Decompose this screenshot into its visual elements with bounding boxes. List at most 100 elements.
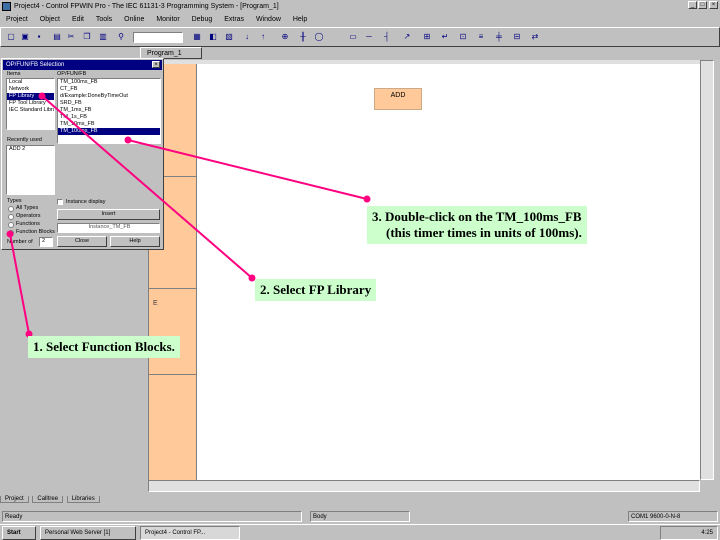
items-list-item[interactable]: FP Tool Library — [7, 100, 54, 107]
jump-icon[interactable]: ↗ — [401, 31, 413, 43]
branch-icon[interactable]: ┤ — [381, 31, 393, 43]
radio-operators[interactable] — [8, 214, 14, 220]
radio-all-types-label: All Types — [16, 205, 39, 211]
close-button[interactable]: × — [709, 1, 718, 9]
tab-project[interactable]: Project — [0, 496, 29, 503]
copy-icon[interactable]: ❐ — [81, 31, 93, 43]
function-list-item[interactable]: SRD_FB — [58, 100, 160, 107]
ladder-editor[interactable]: E ADD — [148, 60, 701, 480]
callout-step3-line2: (this timer times in units of 100ms). — [386, 225, 582, 240]
online-icon[interactable]: ◧ — [207, 31, 219, 43]
tab-libraries[interactable]: Libraries — [66, 496, 100, 503]
var-icon[interactable]: ⊡ — [457, 31, 469, 43]
io-icon[interactable]: ⇄ — [529, 31, 541, 43]
recently-used-item[interactable]: ADD 2 — [7, 146, 54, 153]
recently-used-list[interactable]: ADD 2 — [6, 145, 55, 195]
window-title: Project4 - Control FPWIN Pro - The IEC 6… — [14, 3, 279, 10]
menu-debug[interactable]: Debug — [192, 16, 213, 23]
maximize-button[interactable]: □ — [698, 1, 707, 9]
items-list-item[interactable]: Network — [7, 86, 54, 93]
download-icon[interactable]: ↓ — [241, 31, 253, 43]
zoom-icon[interactable]: ⊕ — [279, 31, 291, 43]
function-list-item[interactable]: TM_1ms_FB — [58, 107, 160, 114]
horizontal-scrollbar[interactable] — [148, 480, 700, 492]
compile-icon[interactable]: ▦ — [191, 31, 203, 43]
ladder-icon[interactable]: ╪ — [493, 31, 505, 43]
radio-operators-label: Operators — [16, 213, 41, 219]
print-icon[interactable]: ▤ — [51, 31, 63, 43]
callout-step1: 1. Select Function Blocks. — [28, 336, 180, 358]
vertical-scrollbar[interactable] — [700, 60, 714, 480]
instance-name-field[interactable]: Instance_TM_FB — [57, 223, 160, 233]
tab-calltree[interactable]: Calltree — [32, 496, 64, 503]
instance-checkbox[interactable] — [57, 199, 63, 205]
menu-project[interactable]: Project — [6, 16, 28, 23]
paste-icon[interactable]: ▥ — [97, 31, 109, 43]
status-bar: Ready Body COM1 9600-0-N-8 — [0, 510, 720, 523]
box-icon[interactable]: ▭ — [347, 31, 359, 43]
dialog-close-button[interactable]: × — [152, 61, 160, 68]
function-list-item[interactable]: TM_10ms_FB — [58, 121, 160, 128]
callout-step3: 3. Double-click on the TM_100ms_FB (this… — [367, 206, 587, 244]
clock: 4:25 — [701, 530, 713, 536]
radio-function-blocks[interactable] — [8, 230, 14, 236]
menu-monitor[interactable]: Monitor — [156, 16, 179, 23]
grid-icon[interactable]: ⊟ — [511, 31, 523, 43]
function-list-item[interactable]: TM_100ms_FB — [58, 79, 160, 86]
menu-window[interactable]: Window — [256, 16, 281, 23]
find-icon[interactable]: ⚲ — [115, 31, 127, 43]
new-icon[interactable]: ▢ — [5, 31, 17, 43]
radio-all-types[interactable] — [8, 206, 14, 212]
coil-icon[interactable]: ◯ — [313, 31, 325, 43]
status-body: Body — [310, 511, 410, 522]
recently-used-label: Recently used — [7, 137, 42, 143]
instance-name-value: Instance_TM_FB — [88, 224, 131, 230]
items-list-item[interactable]: IEC Standard Library — [7, 107, 54, 114]
menu-bar: Project Object Edit Tools Online Monitor… — [0, 13, 720, 27]
insert-button[interactable]: Insert — [57, 209, 160, 220]
inputs-field[interactable]: 2 — [39, 237, 53, 247]
types-label: Types — [7, 198, 22, 204]
function-list-item[interactable]: d/Example:DoneByTimeOut — [58, 93, 160, 100]
menu-online[interactable]: Online — [124, 16, 144, 23]
comment-icon[interactable]: ≡ — [475, 31, 487, 43]
save-icon[interactable]: ▪ — [33, 31, 45, 43]
menu-tools[interactable]: Tools — [96, 16, 112, 23]
program-combo[interactable] — [133, 32, 183, 43]
rung-separator — [149, 374, 197, 375]
function-list-item[interactable]: TM_1s_FB — [58, 114, 160, 121]
start-button[interactable]: Start — [2, 526, 36, 540]
minimize-button[interactable]: _ — [688, 1, 697, 9]
function-list-item[interactable]: CT_FB — [58, 86, 160, 93]
items-list[interactable]: Local Network FP Library FP Tool Library… — [6, 78, 55, 130]
upload-icon[interactable]: ↑ — [257, 31, 269, 43]
cut-icon[interactable]: ✂ — [65, 31, 77, 43]
function-list-item-selected[interactable]: TM_100ms_FB — [58, 128, 160, 135]
contact-icon[interactable]: ╫ — [297, 31, 309, 43]
items-list-item-selected[interactable]: FP Library — [7, 93, 54, 100]
monitor-icon[interactable]: ▧ — [223, 31, 235, 43]
menu-object[interactable]: Object — [40, 16, 60, 23]
help-button[interactable]: Help — [110, 236, 160, 247]
add-function-block[interactable]: ADD — [374, 88, 422, 110]
menu-edit[interactable]: Edit — [72, 16, 84, 23]
open-icon[interactable]: ▣ — [19, 31, 31, 43]
radio-functions[interactable] — [8, 222, 14, 228]
line-icon[interactable]: ─ — [363, 31, 375, 43]
function-list[interactable]: TM_100ms_FB CT_FB d/Example:DoneByTimeOu… — [57, 78, 161, 144]
menu-help[interactable]: Help — [293, 16, 307, 23]
radio-functions-label: Functions — [16, 221, 40, 227]
rung-separator — [149, 288, 197, 289]
taskbar-item-web-server[interactable]: Personal Web Server [1] — [40, 526, 136, 540]
return-icon[interactable]: ↵ — [439, 31, 451, 43]
taskbar-item-fpwin[interactable]: Project4 - Control FP... — [140, 526, 240, 540]
items-list-item[interactable]: Local — [7, 79, 54, 86]
callout-step3-line1: 3. Double-click on the TM_100ms_FB — [372, 209, 582, 224]
instance-label: Instance display — [66, 199, 106, 205]
close-dialog-button[interactable]: Close — [57, 236, 107, 247]
editor-header — [149, 60, 701, 64]
label-icon[interactable]: ⊞ — [421, 31, 433, 43]
callout-step2: 2. Select FP Library — [255, 279, 377, 301]
inputs-value: 2 — [42, 238, 46, 244]
menu-extras[interactable]: Extras — [224, 16, 244, 23]
